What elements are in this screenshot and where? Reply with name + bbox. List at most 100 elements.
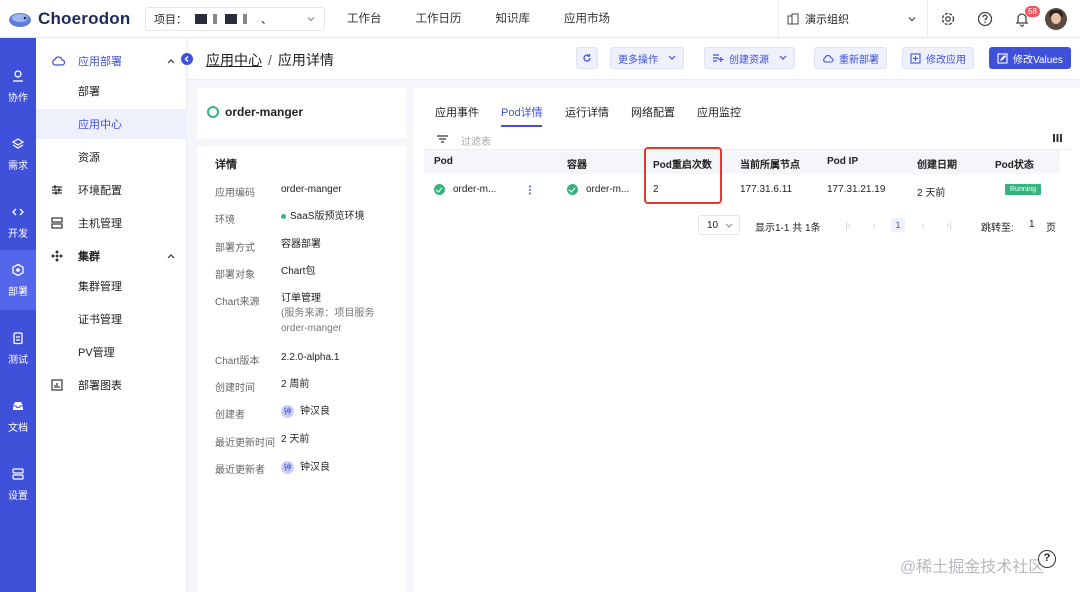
menu-item-cluster-mgmt[interactable]: 集群管理 [36,271,187,301]
column-header[interactable]: Pod [434,156,453,167]
breadcrumb-parent[interactable]: 应用中心 [206,52,262,68]
menu-item-label: 应用中心 [78,119,122,131]
refresh-button[interactable] [576,47,598,69]
container-name: order-m... [586,184,630,196]
pod-cell[interactable]: order-m... [434,184,496,195]
column-header[interactable]: 容器 [567,156,587,171]
columns-icon[interactable] [1053,134,1062,142]
field-value: 2 周前 [281,379,310,390]
menu-group-app-deploy[interactable]: 应用部署 [36,46,187,76]
rail-test[interactable]: 测试 [0,318,36,378]
chevron-down-icon [908,17,916,22]
cloud-icon [52,56,65,66]
redeploy-button[interactable]: 重新部署 [814,47,887,69]
menu-item-env-config[interactable]: 环境配置 [36,175,187,205]
tab-network[interactable]: 网络配置 [631,104,675,120]
nav-workbench[interactable]: 工作台 [330,0,399,38]
notification-badge: 58 [1025,6,1040,17]
modify-app-button[interactable]: 修改应用 [902,47,974,69]
chevron-up-icon [167,59,175,64]
code-icon [12,208,24,215]
next-page-icon[interactable]: › [916,218,930,232]
column-header[interactable]: 当前所属节点 [740,156,800,171]
breadcrumb: 应用中心 / 应用详情 [206,50,334,70]
menu-group-cluster[interactable]: 集群 [36,241,187,271]
rail-docs[interactable]: 文档 [0,386,36,446]
tab-app-events[interactable]: 应用事件 [435,104,479,120]
project-select[interactable]: 项目： 、 [145,7,325,31]
rail-requirements[interactable]: 需求 [0,124,36,184]
status-ring-icon [207,106,219,118]
field-label: 最近更新时间 [215,438,275,449]
column-header[interactable]: 创建日期 [917,156,957,171]
menu-item-cert-mgmt[interactable]: 证书管理 [36,304,187,334]
tab-pod-details[interactable]: Pod详情 [501,104,543,120]
create-resource-label: 创建资源 [729,54,769,66]
jump-label: 跳转至: [981,223,1014,234]
clipboard-icon [13,331,23,344]
collapse-menu-button[interactable] [181,53,193,65]
column-header[interactable]: Pod IP [827,156,858,167]
field-label: 部署方式 [215,243,255,254]
jump-input[interactable]: 1 [1029,219,1035,230]
chevron-down-icon [779,55,787,60]
nav-calendar[interactable]: 工作日历 [399,0,479,38]
choerodon-logo-icon [9,12,31,27]
user-avatar-small: 钟 [281,404,294,418]
env-name: SaaS版预览环境 [290,211,365,222]
pod-ip-cell: 177.31.21.19 [827,184,886,195]
rail-develop[interactable]: 开发 [0,192,36,252]
gear-icon[interactable] [940,11,956,27]
org-select[interactable]: 演示组织 [778,0,928,38]
current-page[interactable]: 1 [891,218,905,232]
field-value-creator: 钟钟汉良 [281,404,330,419]
nav-market[interactable]: 应用市场 [547,0,627,38]
rail-label: 文档 [8,422,28,434]
menu-group-label: 集群 [78,251,100,263]
create-resource-button[interactable]: 创建资源 [704,47,795,69]
node-cell: 177.31.6.11 [740,184,793,195]
last-page-icon[interactable]: ›| [942,218,956,232]
menu-item-resources[interactable]: 资源 [36,142,187,172]
cluster-icon [51,250,63,262]
help-icon[interactable] [977,11,993,27]
menu-item-deploy[interactable]: 部署 [36,76,187,106]
first-page-icon[interactable]: |‹ [841,218,855,232]
field-value-source: (服务来源：项目服务 [281,308,375,319]
help-float-button[interactable]: ? [1038,550,1056,568]
rail-settings[interactable]: 设置 [0,454,36,514]
highlight-annotation-box [644,147,722,204]
menu-item-pv-mgmt[interactable]: PV管理 [36,337,187,367]
app-detail-card: order-manger 详情 应用编码 order-manger 环境 Saa… [197,88,406,592]
table-header: Pod 容器 Pod重启次数 当前所属节点 Pod IP 创建日期 Pod状态 [424,150,1060,174]
bar-chart-icon [51,379,63,391]
rail-label: 测试 [8,354,28,366]
modify-app-label: 修改应用 [926,54,966,66]
logo[interactable]: Choerodon [0,0,140,38]
top-nav: 工作台 工作日历 知识库 应用市场 [330,0,627,38]
menu-item-app-center[interactable]: 应用中心 [36,109,187,139]
rail-label: 需求 [8,160,28,172]
page-size-select[interactable]: 10 [698,215,740,235]
more-actions-button[interactable]: 更多操作 [610,47,684,69]
field-label: Chart来源 [215,297,260,308]
tab-run-details[interactable]: 运行详情 [565,104,609,120]
filter-bar[interactable]: 过滤表 [424,128,1070,150]
menu-item-host[interactable]: 主机管理 [36,208,187,238]
menu-item-label: 资源 [78,152,100,164]
rail-deploy[interactable]: 部署 [0,250,36,310]
collab-icon [13,69,23,82]
more-vertical-icon[interactable] [528,185,532,195]
rail-collab[interactable]: 协作 [0,56,36,116]
column-header[interactable]: Pod状态 [995,156,1034,171]
tab-monitoring[interactable]: 应用监控 [697,104,741,120]
modify-values-button[interactable]: 修改Values [989,47,1071,69]
cloud-upload-icon [823,55,834,63]
user-avatar[interactable] [1045,8,1067,30]
menu-item-deploy-chart[interactable]: 部署图表 [36,370,187,400]
prev-page-icon[interactable]: ‹ [867,218,881,232]
field-label: 环境 [215,215,235,226]
nav-knowledge[interactable]: 知识库 [479,0,548,38]
env-status-dot [281,213,286,219]
field-label: 应用编码 [215,188,255,199]
